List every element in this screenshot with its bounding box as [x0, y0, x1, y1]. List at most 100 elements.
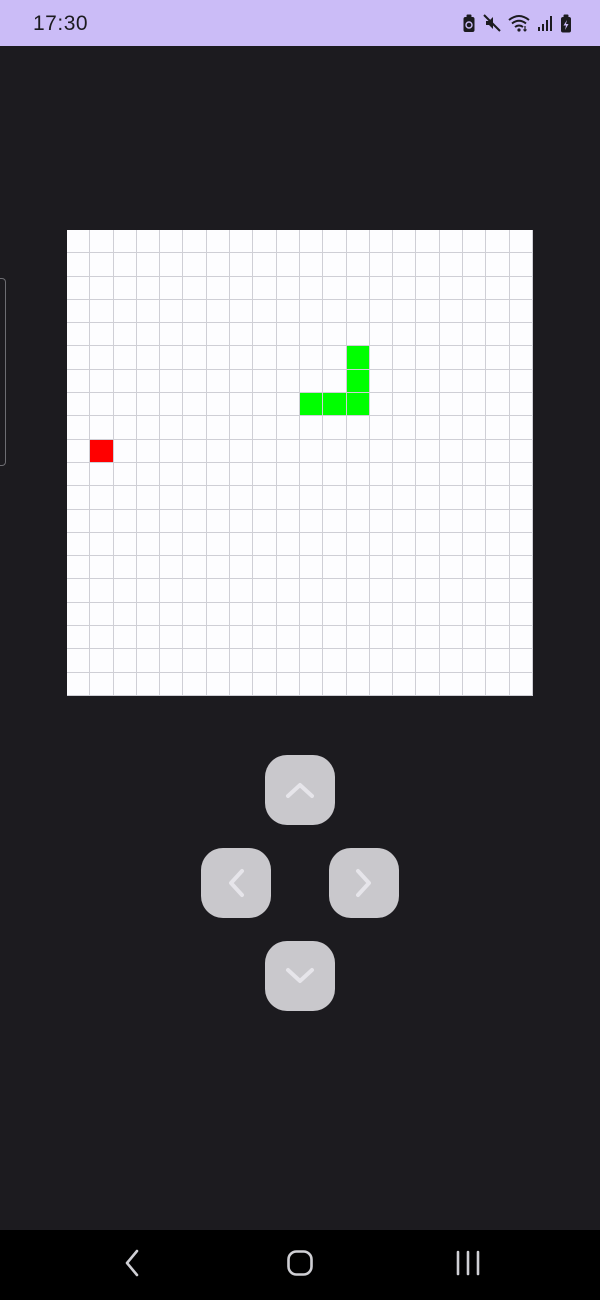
grid-cell [346, 439, 370, 463]
grid-cell [416, 393, 440, 417]
edge-panel-handle[interactable] [0, 278, 6, 466]
grid-cell [509, 556, 533, 580]
grid-cell [253, 369, 277, 394]
right-button[interactable] [329, 848, 399, 918]
grid-cell [183, 369, 207, 394]
grid-cell [299, 439, 324, 463]
grid-cell [486, 462, 510, 487]
grid-cell [67, 486, 91, 510]
grid-cell [230, 393, 254, 417]
recents-button[interactable] [444, 1248, 492, 1282]
grid-cell [253, 626, 277, 650]
grid-cell [230, 579, 254, 603]
grid-cell [439, 416, 464, 440]
grid-cell [299, 579, 324, 603]
grid-cell [486, 230, 510, 254]
grid-cell [230, 276, 254, 300]
grid-cell [90, 556, 114, 580]
grid-cell [346, 626, 370, 650]
grid-cell [463, 416, 487, 440]
grid-cell [346, 253, 370, 277]
grid-cell [369, 230, 394, 254]
grid-cell [136, 649, 161, 673]
grid-cell [206, 602, 231, 627]
grid-cell [67, 230, 91, 254]
snake-segment [323, 393, 347, 417]
grid-cell [230, 556, 254, 580]
grid-cell [67, 462, 91, 487]
grid-cell [416, 416, 440, 440]
grid-cell [346, 602, 370, 627]
grid-cell [346, 649, 370, 673]
grid-cell [276, 253, 300, 277]
grid-cell [136, 299, 161, 324]
food-item [90, 439, 114, 463]
grid-cell [346, 486, 370, 510]
grid-cell [67, 532, 91, 557]
grid-cell [160, 299, 184, 324]
grid-cell [160, 276, 184, 300]
grid-cell [369, 509, 394, 533]
grid-cell [369, 299, 394, 324]
grid-cell [416, 299, 440, 324]
grid-cell [416, 253, 440, 277]
grid-cell [369, 649, 394, 673]
grid-cell [90, 230, 114, 254]
grid-cell [183, 416, 207, 440]
grid-cell [463, 462, 487, 487]
back-button[interactable] [108, 1248, 156, 1282]
up-button[interactable] [265, 755, 335, 825]
grid-cell [113, 486, 137, 510]
grid-cell [160, 486, 184, 510]
grid-cell [67, 649, 91, 673]
grid-cell [323, 369, 347, 394]
chevron-right-icon [354, 867, 374, 899]
grid-cell [299, 602, 324, 627]
grid-cell [183, 602, 207, 627]
down-button[interactable] [265, 941, 335, 1011]
grid-cell [439, 486, 464, 510]
grid-cell [276, 509, 300, 533]
grid-cell [323, 230, 347, 254]
grid-cell [393, 649, 417, 673]
grid-cell [90, 253, 114, 277]
grid-cell [393, 486, 417, 510]
grid-cell [136, 602, 161, 627]
grid-cell [369, 556, 394, 580]
grid-cell [276, 602, 300, 627]
grid-cell [323, 299, 347, 324]
grid-cell [323, 346, 347, 370]
grid-cell [463, 230, 487, 254]
grid-cell [323, 416, 347, 440]
grid-cell [509, 579, 533, 603]
grid-cell [299, 416, 324, 440]
grid-cell [393, 346, 417, 370]
grid-cell [160, 439, 184, 463]
grid-cell [136, 416, 161, 440]
home-button[interactable] [276, 1248, 324, 1282]
grid-cell [486, 439, 510, 463]
grid-cell [323, 509, 347, 533]
grid-cell [299, 299, 324, 324]
grid-cell [230, 369, 254, 394]
grid-cell [230, 509, 254, 533]
grid-cell [393, 462, 417, 487]
grid-cell [183, 439, 207, 463]
grid-cell [393, 253, 417, 277]
grid-cell [369, 486, 394, 510]
grid-cell [206, 416, 231, 440]
left-button[interactable] [201, 848, 271, 918]
grid-cell [416, 649, 440, 673]
snake-segment [346, 393, 370, 417]
grid-cell [416, 369, 440, 394]
grid-cell [183, 649, 207, 673]
grid-cell [113, 346, 137, 370]
grid-cell [416, 532, 440, 557]
grid-cell [439, 439, 464, 463]
grid-cell [206, 486, 231, 510]
grid-cell [230, 626, 254, 650]
grid-cell [67, 393, 91, 417]
grid-cell [206, 556, 231, 580]
grid-cell [299, 253, 324, 277]
grid-cell [230, 532, 254, 557]
